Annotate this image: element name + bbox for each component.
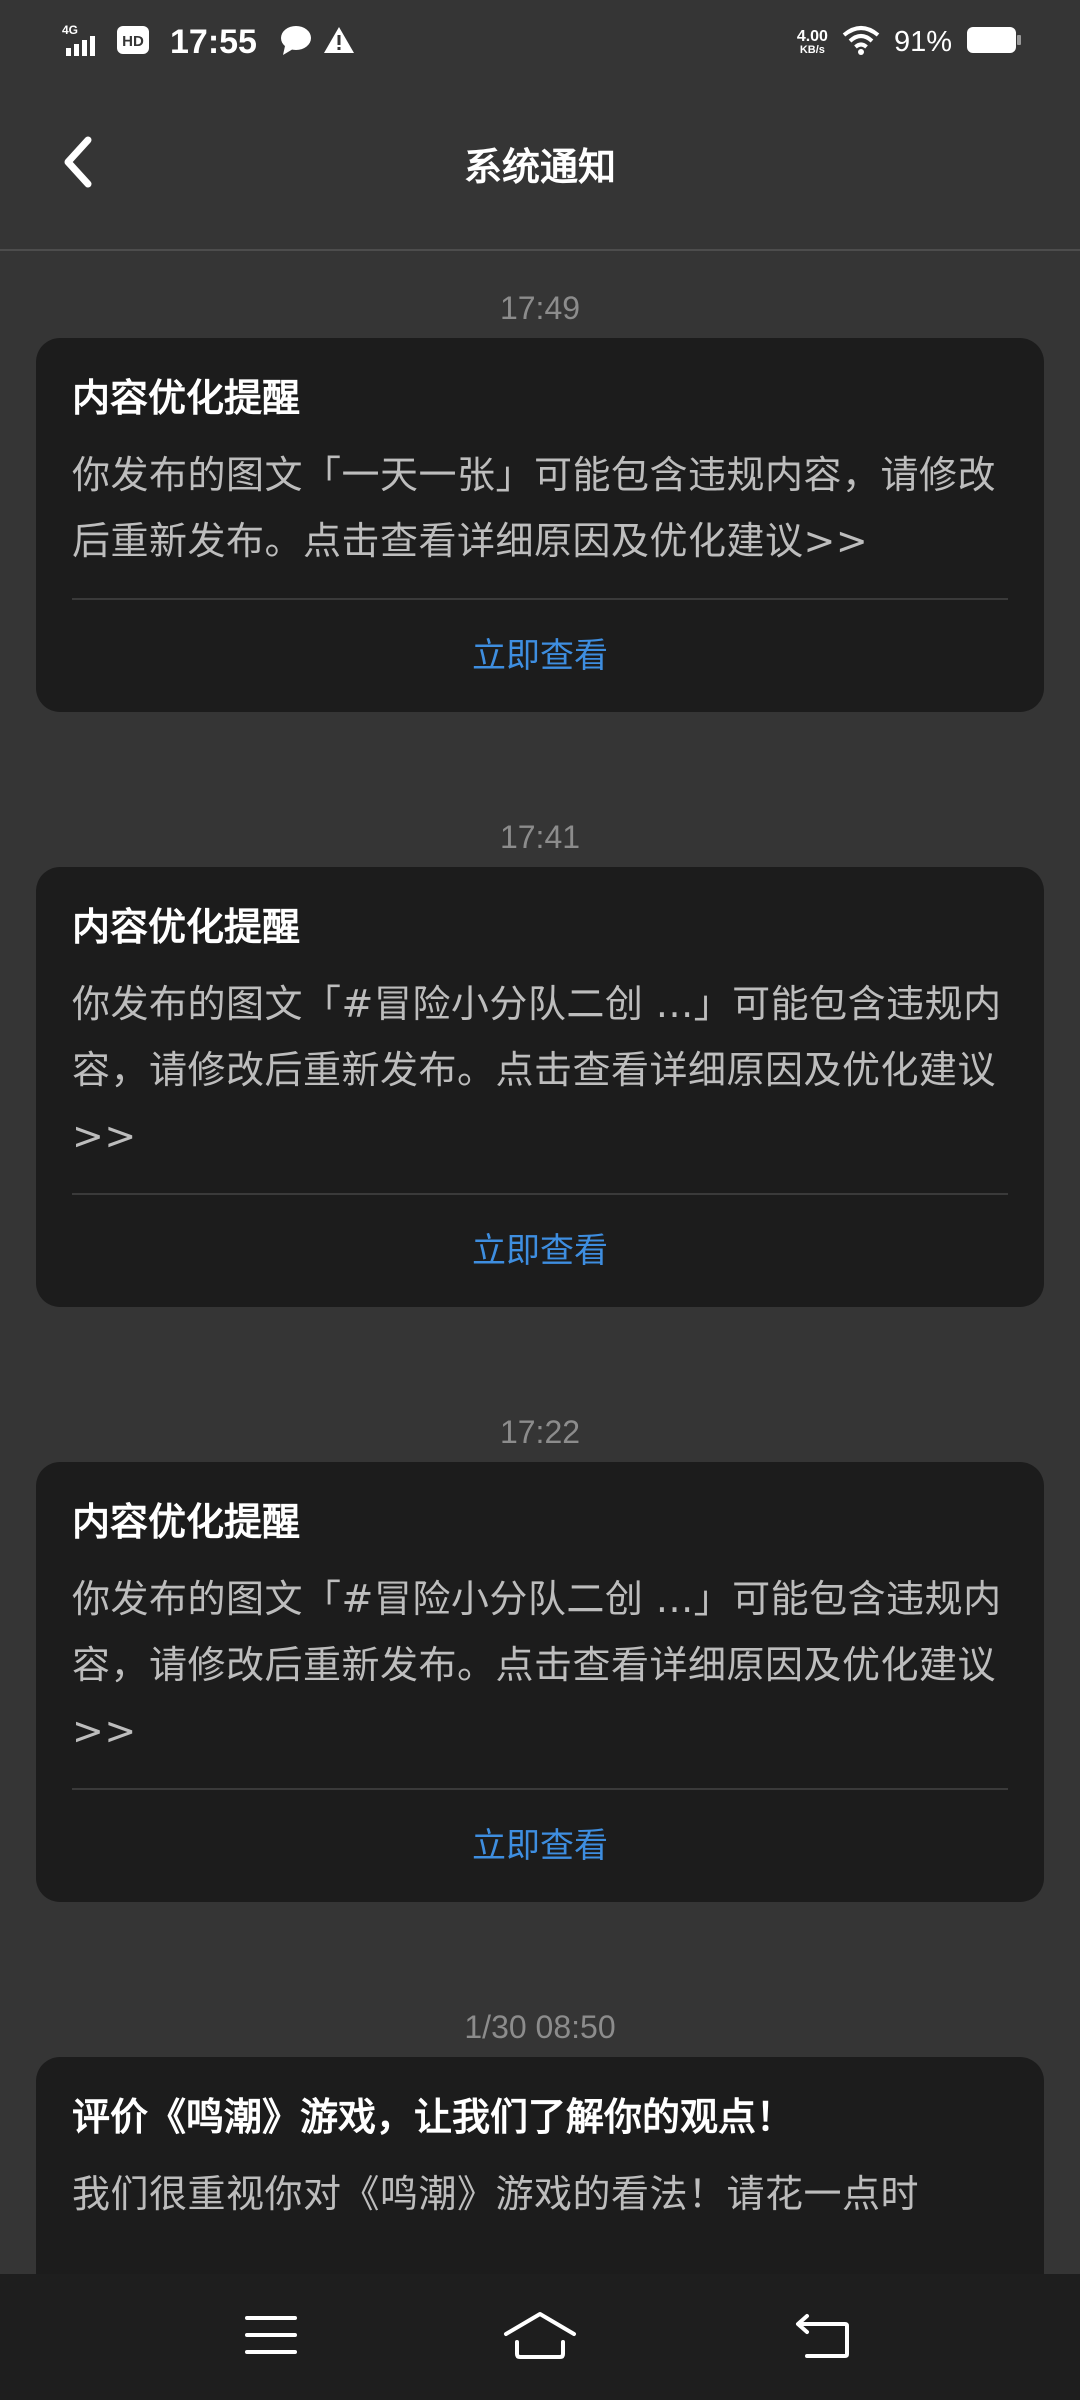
warning-icon	[323, 25, 355, 59]
network-speed-value: 4.00	[796, 27, 828, 45]
back-icon	[793, 2310, 853, 2364]
notification-feed[interactable]: 17:49 内容优化提醒 你发布的图文「一天一张」可能包含违规内容，请修改后重新…	[0, 251, 1080, 2274]
notification-group: 17:49 内容优化提醒 你发布的图文「一天一张」可能包含违规内容，请修改后重新…	[0, 278, 1080, 712]
notification-timestamp: 17:41	[499, 819, 581, 855]
network-speed: 4.00 KB/s	[796, 27, 828, 56]
notification-card[interactable]: 内容优化提醒 你发布的图文「#冒险小分队二创 ...」可能包含违规内容，请修改后…	[36, 1462, 1044, 1902]
home-icon	[503, 2310, 577, 2364]
hd-badge-label: HD	[122, 33, 144, 50]
app-header: 系统通知	[0, 84, 1080, 251]
chat-bubble-icon	[279, 24, 313, 60]
status-bar-left: 4G HD 17:55	[62, 18, 355, 66]
notification-title: 内容优化提醒	[72, 905, 301, 949]
view-now-button[interactable]: 立即查看	[72, 1195, 1008, 1307]
view-now-button[interactable]: 立即查看	[72, 1790, 1008, 1902]
page-title: 系统通知	[463, 145, 616, 189]
network-speed-unit: KB/s	[799, 43, 825, 56]
notification-title: 内容优化提醒	[72, 1500, 301, 1544]
status-bar: 4G HD 17:55 4.00 KB/s 91%	[0, 0, 1080, 84]
notification-group: 17:41 内容优化提醒 你发布的图文「#冒险小分队二创 ...」可能包含违规内…	[0, 807, 1080, 1307]
notification-group: 17:22 内容优化提醒 你发布的图文「#冒险小分队二创 ...」可能包含违规内…	[0, 1402, 1080, 1902]
network-type-label: 4G	[62, 23, 78, 37]
notification-timestamp: 17:49	[499, 290, 581, 326]
notification-title: 内容优化提醒	[72, 376, 301, 420]
battery-percent: 91%	[893, 25, 952, 58]
status-time: 17:55	[170, 22, 257, 61]
notification-body[interactable]: 你发布的图文「#冒险小分队二创 ...」可能包含违规内容，请修改后重新发布。点击…	[72, 971, 1008, 1193]
notification-card[interactable]: 内容优化提醒 你发布的图文「#冒险小分队二创 ...」可能包含违规内容，请修改后…	[36, 867, 1044, 1307]
notification-body[interactable]: 你发布的图文「#冒险小分队二创 ...」可能包含违规内容，请修改后重新发布。点击…	[72, 1566, 1008, 1788]
notification-body[interactable]: 你发布的图文「一天一张」可能包含违规内容，请修改后重新发布。点击查看详细原因及优…	[72, 442, 1008, 598]
menu-button[interactable]	[226, 2292, 316, 2382]
notification-card[interactable]: 内容优化提醒 你发布的图文「一天一张」可能包含违规内容，请修改后重新发布。点击查…	[36, 338, 1044, 712]
notification-group: 1/30 08:50 评价《鸣潮》游戏，让我们了解你的观点！ 我们很重视你对《鸣…	[0, 1997, 1080, 2274]
battery-icon	[966, 26, 1022, 58]
back-nav-button[interactable]	[778, 2292, 868, 2382]
signal-icon: 4G	[62, 22, 106, 62]
system-nav-bar	[0, 2274, 1080, 2400]
notification-card[interactable]: 评价《鸣潮》游戏，让我们了解你的观点！ 我们很重视你对《鸣潮》游戏的看法！请花一…	[36, 2057, 1044, 2274]
app-root: 4G HD 17:55 4.00 KB/s 91% 系统通知 17:49 内容优…	[0, 0, 1080, 2400]
hd-icon: HD	[116, 25, 150, 59]
wifi-icon	[842, 25, 880, 59]
menu-icon	[243, 2312, 299, 2362]
notification-timestamp: 1/30 08:50	[464, 2009, 616, 2045]
view-now-button[interactable]: 立即查看	[72, 600, 1008, 712]
home-button[interactable]	[495, 2292, 585, 2382]
notification-body[interactable]: 我们很重视你对《鸣潮》游戏的看法！请花一点时	[72, 2161, 1008, 2251]
notification-title: 评价《鸣潮》游戏，让我们了解你的观点！	[72, 2095, 795, 2139]
status-bar-right: 4.00 KB/s 91%	[797, 18, 1022, 66]
notification-timestamp: 17:22	[499, 1414, 581, 1450]
